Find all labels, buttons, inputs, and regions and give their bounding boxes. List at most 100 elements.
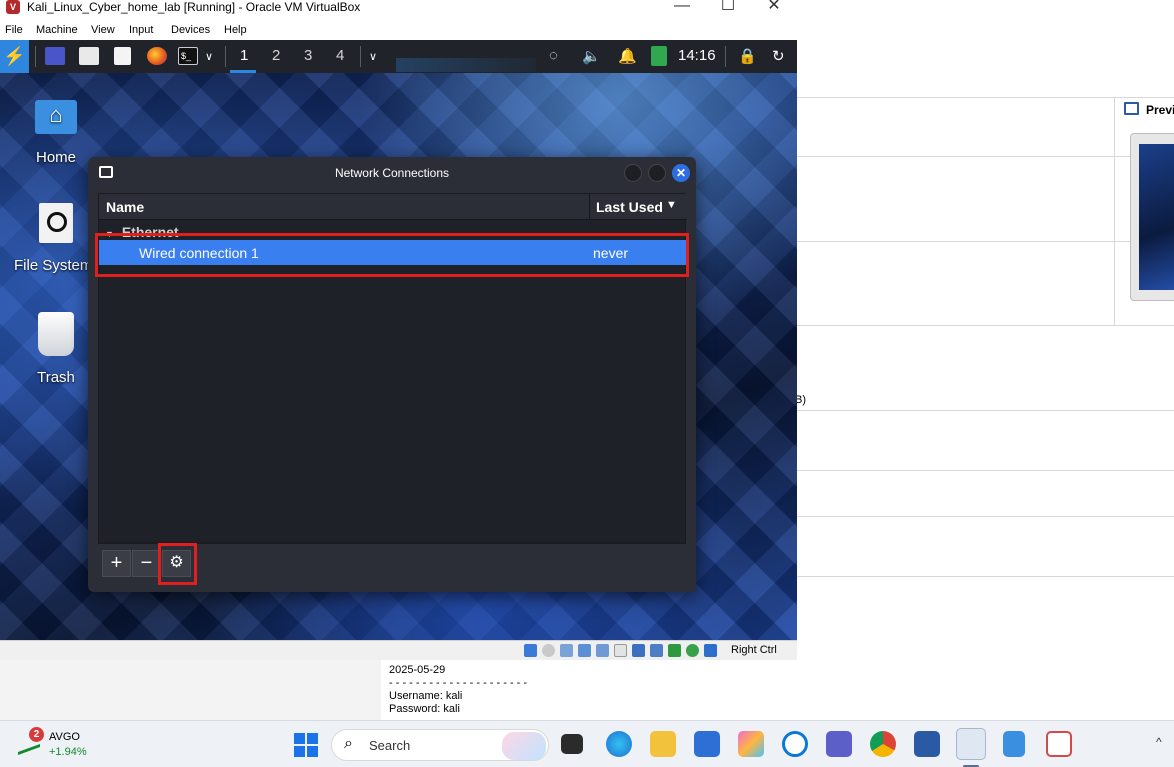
taskbar-search-box[interactable]: ⌕ Search [331,729,549,761]
snipping-tool-icon[interactable] [1046,731,1072,757]
vm-description-notes: 2025-05-29 - - - - - - - - - - - - - - -… [381,660,797,720]
highlight-box-settings [158,543,197,585]
copilot-icon[interactable] [738,731,764,757]
divider [797,470,1174,471]
column-header-name[interactable]: Name [106,199,144,215]
text-editor-icon[interactable] [114,47,131,65]
preview-thumbnail[interactable] [1130,133,1174,301]
bell-icon[interactable]: 🔔 [618,47,637,65]
notes-line: - - - - - - - - - - - - - - - - - - - - … [389,677,528,689]
workspace-3[interactable]: 3 [304,47,312,64]
active-workspace-indicator [230,70,256,73]
teams-icon[interactable] [826,731,852,757]
search-placeholder: Search [369,738,411,753]
volume-icon[interactable]: 🔈 [582,47,601,65]
panel-separator [725,46,726,67]
menu-file[interactable]: File [5,24,23,36]
dialog-maximize-button[interactable] [648,164,666,182]
dialog-minimize-button[interactable] [624,164,642,182]
usb-icon[interactable] [596,644,609,657]
preview-icon [1124,102,1139,115]
audio-icon[interactable] [560,644,573,657]
terminal-icon[interactable]: $_ [178,47,198,65]
hard-disk-icon[interactable] [524,644,537,657]
virtualbox-vm-window: V Kali_Linux_Cyber_home_lab [Running] - … [0,0,797,660]
cortana-icon[interactable] [782,731,808,757]
vm-icon[interactable] [956,728,986,760]
mouse-integration-icon[interactable] [686,644,699,657]
menu-input[interactable]: Input [129,24,153,36]
dialog-titlebar[interactable]: Network Connections ✕ [88,157,696,189]
menu-bar: File Machine View Input Devices Help [0,22,797,40]
host-key-label: Right Ctrl [731,644,777,656]
chevron-down-icon[interactable]: ∨ [369,50,377,63]
search-highlight-image [502,732,546,760]
folder-icon[interactable] [650,731,676,757]
panel-separator [225,46,226,67]
battery-icon[interactable] [651,46,667,66]
menu-machine[interactable]: Machine [36,24,78,36]
divider [797,576,1174,577]
add-connection-button[interactable]: + [102,550,131,577]
dialog-close-button[interactable]: ✕ [672,164,690,182]
notes-line: Password: kali [389,703,460,715]
notes-line: Username: kali [389,690,463,702]
kali-desktop: ⚡ $_ ∨ 1 2 3 4 ∨ ◌ 🔈 🔔 14:16 🔒 ↻ ⌂ Home … [0,40,797,640]
vm-status-bar: Right Ctrl [0,640,797,660]
logout-icon[interactable]: ↻ [772,47,785,65]
clock[interactable]: 14:16 [678,47,716,64]
store-icon[interactable] [694,731,720,757]
workspace-4[interactable]: 4 [336,47,344,64]
refresh-icon[interactable]: ◌ [549,47,558,64]
divider [797,410,1174,411]
dialog-title: Network Connections [334,166,450,180]
menu-view[interactable]: View [91,24,115,36]
desktop-icon-file-system[interactable]: File System [14,203,98,274]
minimize-button[interactable]: — [659,0,705,18]
file-manager-icon[interactable] [79,47,99,65]
lock-icon[interactable]: 🔒 [738,47,757,65]
chevron-down-icon[interactable]: ∨ [205,50,213,63]
shared-folders-icon[interactable] [614,644,627,657]
menu-help[interactable]: Help [224,24,247,36]
sort-down-icon: ▼ [666,199,677,211]
desktop-icon-label: File System [14,257,93,274]
remove-connection-button[interactable]: − [132,550,161,577]
desktop-icon-trash[interactable]: Trash [16,312,96,386]
desktop-icon-label: Trash [37,369,75,386]
notepad-icon[interactable] [1003,731,1025,757]
home-folder-icon [35,100,77,134]
windows-taskbar: 2 AVGO +1.94% ⌕ Search ^ [0,720,1174,767]
keyboard-capture-icon[interactable] [704,644,717,657]
display-icon[interactable] [632,644,645,657]
drive-icon [39,203,73,243]
file-explorer-icon[interactable] [561,734,583,754]
virtualbox-icon[interactable] [914,731,940,757]
workspace-1[interactable]: 1 [240,47,248,64]
cpu-icon[interactable] [668,644,681,657]
menu-devices[interactable]: Devices [171,24,210,36]
close-button[interactable]: ✕ [751,0,797,18]
column-header-last-used[interactable]: Last Used ▼ [589,194,687,220]
windows-start-icon[interactable] [294,733,318,757]
maximize-button[interactable]: ☐ [705,0,751,18]
desktop-icon-label: Home [35,149,76,166]
workspace-2[interactable]: 2 [272,47,280,64]
panel-separator [35,46,36,67]
tray-overflow-icon[interactable]: ^ [1156,735,1162,749]
desktop-icon[interactable] [45,47,65,65]
chrome-icon[interactable] [870,731,896,757]
network-connections-dialog: Network Connections ✕ Name Last Used ▼ ▼… [88,157,696,592]
divider [797,241,1174,242]
edge-icon[interactable] [606,731,632,757]
kali-menu-icon[interactable]: ⚡ [0,40,29,73]
recording-icon[interactable] [650,644,663,657]
divider [797,156,1174,157]
desktop-icon-home[interactable]: Home [16,100,96,166]
optical-drive-icon[interactable] [542,644,555,657]
firefox-icon[interactable] [147,47,167,65]
window-titlebar[interactable]: V Kali_Linux_Cyber_home_lab [Running] - … [0,0,797,22]
network-adapter-icon[interactable] [578,644,591,657]
highlight-box-connection [95,233,689,277]
network-activity-icon [396,58,536,72]
